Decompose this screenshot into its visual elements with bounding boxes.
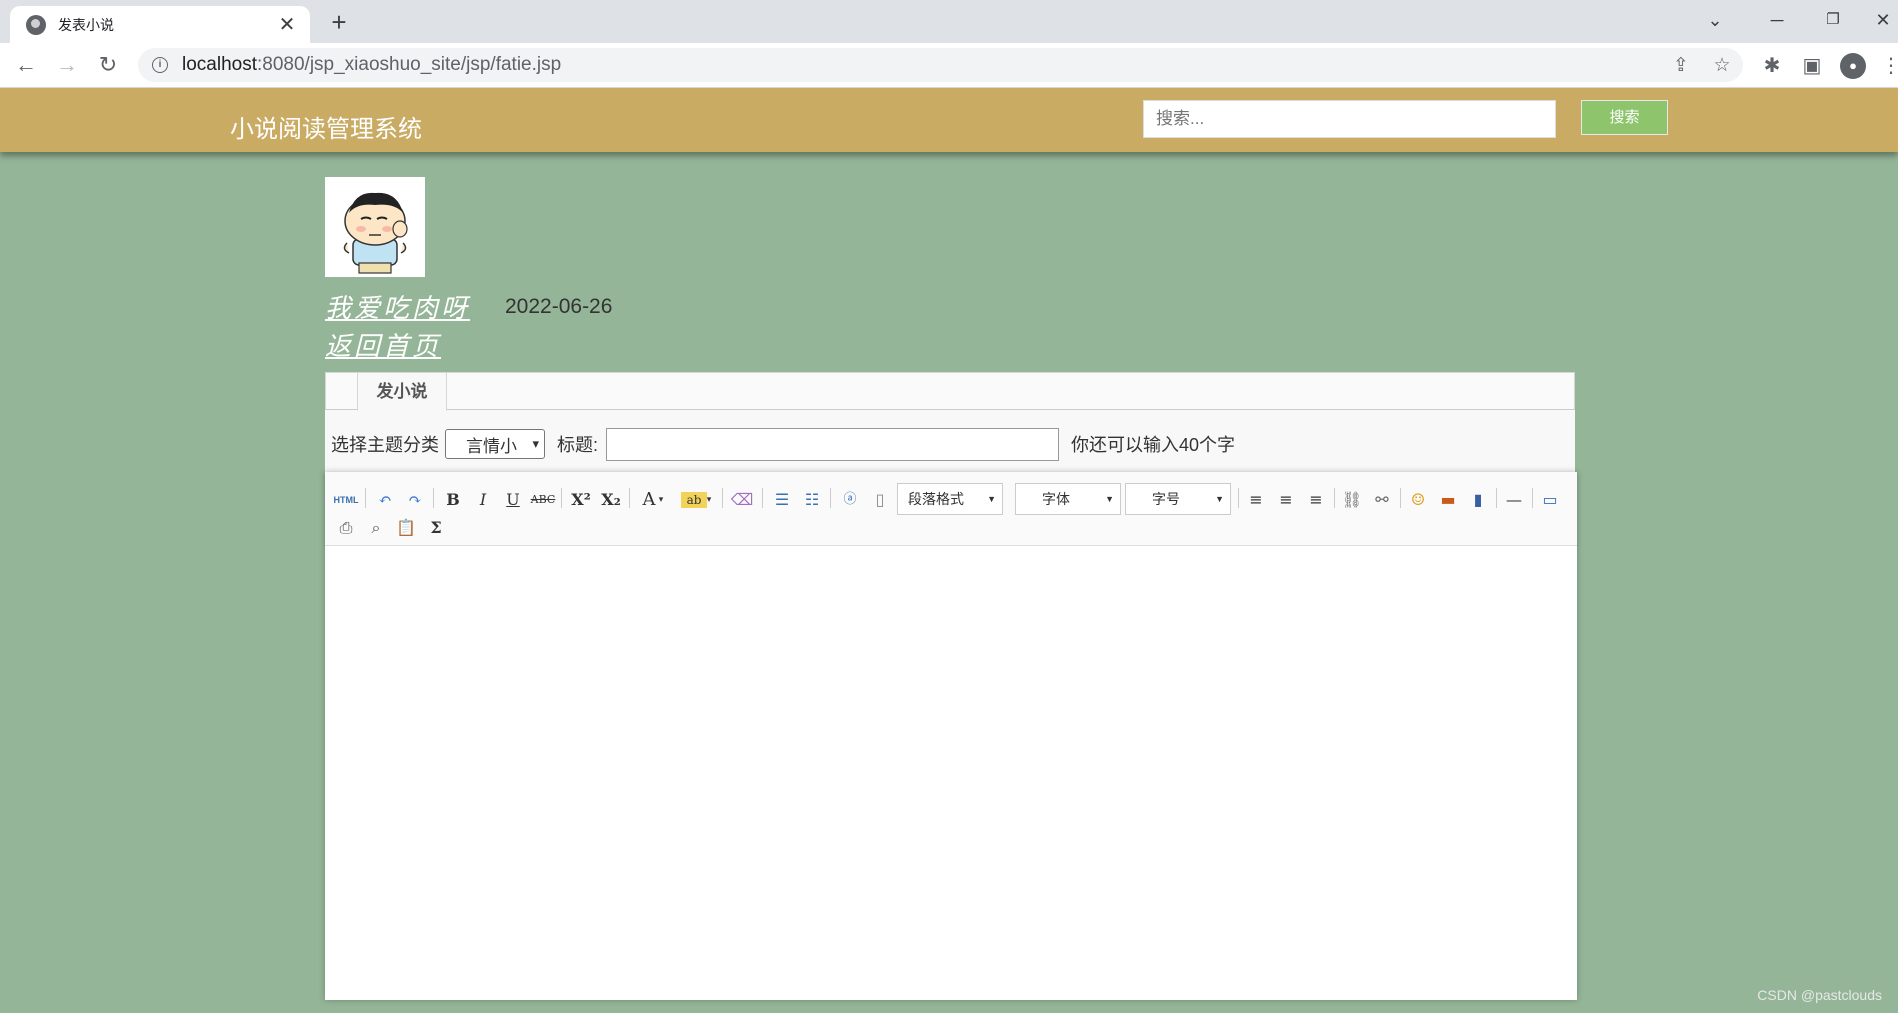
emoticon-icon[interactable]: ☺ (1405, 488, 1431, 512)
toolbar-separator (1238, 488, 1239, 508)
paste-icon[interactable]: 📋 (393, 516, 419, 540)
toolbar-separator (722, 488, 723, 508)
subscript-icon[interactable]: X₂ (598, 488, 624, 512)
char-count-hint: 你还可以输入40个字 (1071, 435, 1236, 455)
side-panel-icon[interactable]: ▣ (1799, 53, 1825, 79)
search-button[interactable]: 搜索 (1581, 100, 1668, 135)
eraser-icon[interactable]: ⌫ (729, 488, 755, 512)
close-window-icon[interactable]: ✕ (1868, 6, 1898, 34)
toolbar-separator (1496, 488, 1497, 508)
avatar-image (325, 177, 425, 277)
align-left-icon[interactable]: ≡ (1243, 488, 1269, 512)
tab-strip: 发表小说 ✕ + ⌄ ─ ❐ ✕ (0, 0, 1898, 43)
toolbar-separator (1334, 488, 1335, 508)
site-info-icon[interactable]: i (152, 57, 168, 73)
font-size-label: 字号 (1152, 491, 1180, 507)
unlink-icon[interactable]: ⚯ (1369, 488, 1395, 512)
close-tab-icon[interactable]: ✕ (276, 15, 298, 35)
restore-icon[interactable]: ❐ (1818, 6, 1848, 34)
post-panel: 发小说 选择主题分类 言情小 ▾ 标题: 你还可以输入40个字 HTML ↶ ↷… (325, 372, 1577, 1000)
profile-icon[interactable]: ● (1840, 53, 1866, 79)
rich-text-editor: HTML ↶ ↷ B I U ABC X² X₂ A ▾ ab ▾ ⌫ ☰ ☷ … (325, 472, 1577, 1000)
unordered-list-icon[interactable]: ☷ (799, 488, 825, 512)
toolbar-separator (830, 488, 831, 508)
chevron-down-icon[interactable]: ▾ (703, 488, 715, 512)
minimize-icon[interactable]: ─ (1762, 6, 1792, 34)
category-label: 选择主题分类 (331, 435, 439, 455)
italic-icon[interactable]: I (470, 488, 496, 512)
undo-icon[interactable]: ↶ (372, 488, 398, 512)
toolbar-separator (365, 488, 366, 508)
chevron-down-icon: ▼ (987, 494, 996, 504)
video-icon[interactable]: ▮ (1465, 488, 1491, 512)
globe-icon (26, 14, 46, 35)
browser-toolbar: ← → ↻ i localhost:8080/jsp_xiaoshuo_site… (0, 43, 1898, 88)
browser-tab[interactable]: 发表小说 ✕ (10, 6, 310, 43)
editor-content-area[interactable] (325, 546, 1577, 1000)
paragraph-format-label: 段落格式 (908, 491, 964, 507)
print-icon[interactable]: ⎙ (333, 516, 359, 540)
paragraph-format-select[interactable]: 段落格式 ▼ (897, 483, 1003, 515)
category-select[interactable]: 言情小 ▾ (445, 429, 545, 459)
new-tab-icon[interactable]: + (324, 6, 354, 38)
superscript-icon[interactable]: X² (568, 488, 594, 512)
back-icon[interactable]: ← (10, 49, 42, 81)
font-size-select[interactable]: 字号 ▼ (1125, 483, 1231, 515)
menu-icon[interactable]: ⋮ (1878, 53, 1898, 79)
form-row: 选择主题分类 言情小 ▾ 标题: 你还可以输入40个字 (331, 427, 1235, 461)
toolbar-separator (762, 488, 763, 508)
html-source-icon[interactable]: HTML (333, 488, 359, 512)
underline-icon[interactable]: U (500, 488, 526, 512)
tab-title: 发表小说 (58, 16, 114, 33)
toolbar-separator (433, 488, 434, 508)
title-input[interactable] (606, 427, 1060, 461)
ordered-list-icon[interactable]: ☰ (769, 488, 795, 512)
address-bar[interactable]: i localhost:8080/jsp_xiaoshuo_site/jsp/f… (138, 48, 1743, 82)
category-selected: 言情小 (466, 436, 517, 456)
title-label: 标题: (557, 435, 599, 455)
insert-text-icon[interactable]: ⓐ (837, 488, 863, 512)
chevron-down-icon[interactable]: ▾ (655, 488, 667, 512)
toolbar-separator (1532, 488, 1533, 508)
align-center-icon[interactable]: ≡ (1273, 488, 1299, 512)
username-link[interactable]: 我爱吃肉呀 (325, 288, 470, 325)
search-input[interactable] (1143, 100, 1556, 138)
reload-icon[interactable]: ↻ (92, 49, 124, 81)
home-link[interactable]: 返回首页 (325, 326, 441, 363)
url-text: localhost:8080/jsp_xiaoshuo_site/jsp/fat… (182, 54, 562, 75)
tab-search-icon[interactable]: ⌄ (1700, 6, 1730, 34)
chevron-down-icon: ▾ (532, 436, 539, 451)
horizontal-rule-icon[interactable]: — (1501, 488, 1527, 512)
formula-icon[interactable]: Σ (423, 516, 449, 540)
editor-toolbar: HTML ↶ ↷ B I U ABC X² X₂ A ▾ ab ▾ ⌫ ☰ ☷ … (325, 472, 1577, 546)
link-icon[interactable]: ⛓ (1339, 488, 1365, 512)
chevron-down-icon: ▼ (1215, 494, 1224, 504)
forward-icon[interactable]: → (51, 49, 83, 81)
font-family-label: 字体 (1042, 491, 1070, 507)
align-right-icon[interactable]: ≡ (1303, 488, 1329, 512)
post-date: 2022-06-26 (505, 295, 613, 318)
bold-icon[interactable]: B (440, 488, 466, 512)
font-family-select[interactable]: 字体 ▼ (1015, 483, 1121, 515)
toolbar-separator (1400, 488, 1401, 508)
strikethrough-icon[interactable]: ABC (530, 488, 556, 512)
watermark: CSDN @pastclouds (1757, 987, 1882, 1003)
toolbar-separator (629, 488, 630, 508)
search-replace-icon[interactable]: ⌕ (363, 516, 389, 540)
tab-post-novel[interactable]: 发小说 (357, 372, 447, 411)
toolbar-separator (561, 488, 562, 508)
site-title[interactable]: 小说阅读管理系统 (230, 109, 422, 144)
extensions-icon[interactable]: ✱ (1759, 53, 1785, 79)
chevron-down-icon: ▼ (1105, 494, 1114, 504)
preview-screen-icon[interactable]: ▭ (1537, 488, 1563, 512)
avatar (325, 177, 425, 277)
share-icon[interactable]: ⇪ (1670, 55, 1692, 77)
tab-bar: 发小说 (325, 372, 1575, 411)
blank-page-icon[interactable]: ▯ (867, 488, 893, 512)
redo-icon[interactable]: ↷ (402, 488, 428, 512)
browser-chrome: 发表小说 ✕ + ⌄ ─ ❐ ✕ ← → ↻ i localhost:8080/… (0, 0, 1898, 88)
image-icon[interactable]: ▬ (1435, 488, 1461, 512)
bookmark-star-icon[interactable]: ☆ (1711, 55, 1733, 77)
site-header: 小说阅读管理系统 搜索 (0, 88, 1898, 152)
